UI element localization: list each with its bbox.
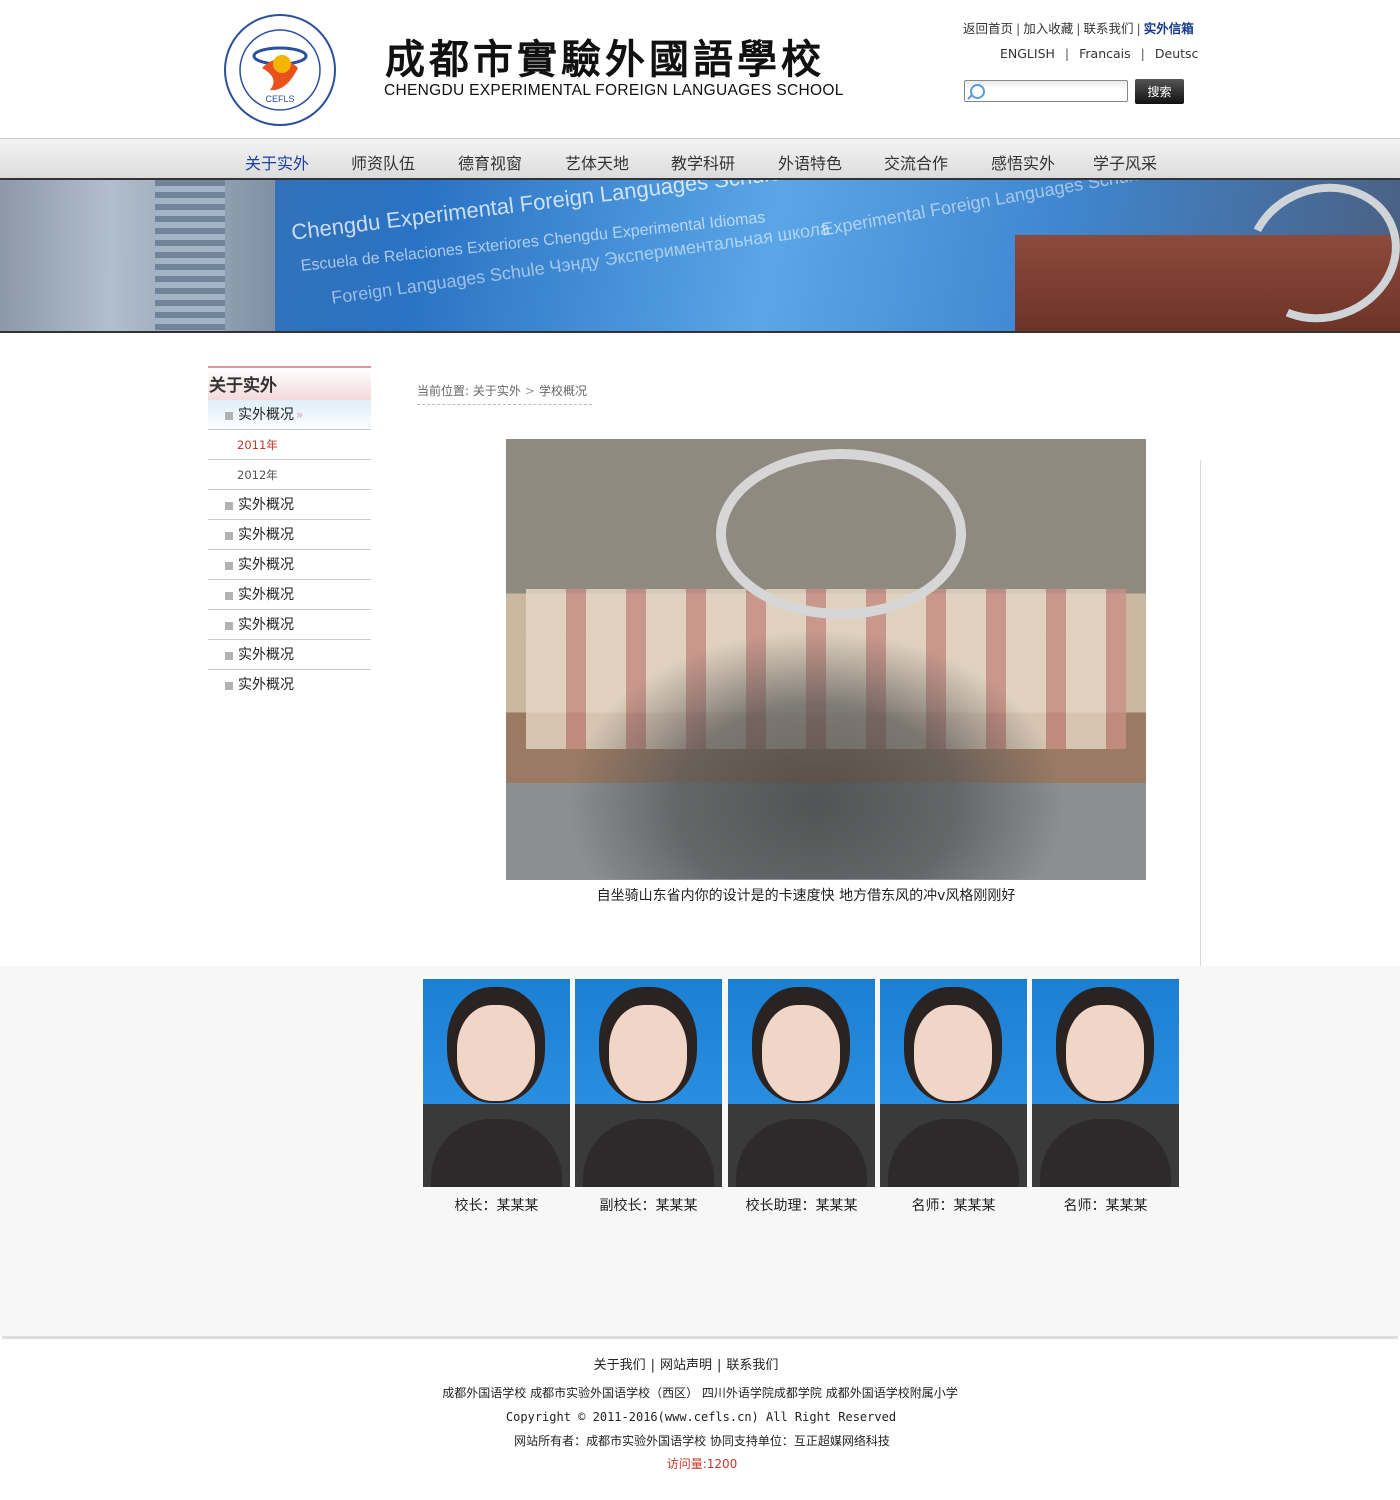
main-nav: 关于实外 师资队伍 德育视窗 艺体天地 教学科研 外语特色 交流合作 感悟实外 …	[0, 138, 1400, 180]
group-photo	[506, 439, 1146, 880]
bullet-icon	[225, 412, 233, 420]
staff-card[interactable]: 校长：某某某	[423, 979, 570, 1215]
seal-text: CEFLS	[265, 94, 294, 104]
staff-card[interactable]: 副校长：某某某	[575, 979, 722, 1215]
footer-school-link[interactable]: 成都市实验外国语学校（西区）	[530, 1386, 698, 1400]
chevron-right-icon: »	[296, 408, 304, 422]
sidebar-item-label: 实外概况	[238, 527, 294, 543]
lang-german[interactable]: Deutsc	[1155, 46, 1199, 61]
home-link[interactable]: 返回首页	[963, 21, 1013, 36]
staff-caption: 名师：某某某	[1063, 1198, 1148, 1214]
bullet-icon	[225, 652, 233, 660]
contact-link[interactable]: 联系我们	[1083, 21, 1133, 36]
staff-photo	[728, 979, 875, 1187]
footer-statement-link[interactable]: 网站声明	[660, 1358, 712, 1373]
sidebar-item-overview[interactable]: 实外概况	[208, 610, 371, 640]
sidebar-item-label: 实外概况	[238, 557, 294, 573]
nav-item-moral[interactable]: 德育视窗	[458, 150, 522, 174]
bullet-icon	[225, 592, 233, 600]
footer-copyright: Copyright © 2011-2016(www.cefls.cn) All …	[505, 1410, 897, 1424]
sidebar-item-overview[interactable]: 实外概况	[208, 550, 371, 580]
lang-french[interactable]: Francais	[1079, 46, 1131, 61]
school-name-cn: 成都市實驗外國語學校	[385, 36, 825, 83]
sidebar-title: 关于实外	[208, 366, 371, 400]
footer-school-links: 成都外国语学校 成都市实验外国语学校（西区） 四川外语学院成都学院 成都外国语学…	[0, 1384, 1400, 1401]
footer-school-link[interactable]: 成都外国语学校	[442, 1386, 526, 1400]
nav-item-faculty[interactable]: 师资队伍	[351, 150, 415, 174]
staff-card[interactable]: 名师：某某某	[880, 979, 1027, 1215]
photo-sculpture	[716, 449, 966, 619]
chevron-right-icon: >	[524, 384, 535, 398]
footer-divider	[2, 1336, 1398, 1339]
footer-school-link[interactable]: 成都外国语学校附属小学	[826, 1386, 958, 1400]
mailbox-link[interactable]: 实外信箱	[1144, 21, 1194, 36]
footer-links: 关于我们 | 网站声明 | 联系我们	[593, 1358, 779, 1373]
sidebar-subitem-2012[interactable]: 2012年	[208, 460, 371, 490]
breadcrumb: 当前位置: 关于实外 > 学校概况	[417, 382, 592, 405]
bullet-icon	[225, 532, 233, 540]
sidebar-item-label: 实外概况	[238, 677, 294, 693]
bullet-icon	[225, 502, 233, 510]
staff-photo	[423, 979, 570, 1187]
visit-counter: 访问量:1200	[666, 1457, 738, 1471]
nav-item-teaching[interactable]: 教学科研	[671, 150, 735, 174]
photo-people	[566, 629, 1066, 879]
search-input[interactable]	[989, 83, 1127, 101]
staff-photo	[880, 979, 1027, 1187]
bullet-icon	[225, 622, 233, 630]
search-button[interactable]: 搜索	[1135, 79, 1184, 104]
breadcrumb-prefix: 当前位置:	[417, 384, 470, 398]
nav-item-exchange[interactable]: 交流合作	[884, 150, 948, 174]
footer-owner: 网站所有者：成都市实验外国语学校 协同支持单位：互正超媒网络科技	[514, 1434, 890, 1448]
breadcrumb-item-overview[interactable]: 学校概况	[539, 384, 587, 398]
sidebar-item-label: 实外概况	[238, 497, 294, 513]
sidebar-item-label: 实外概况	[238, 407, 294, 423]
sidebar-item-label: 实外概况	[238, 587, 294, 603]
sidebar-item-label: 实外概况	[238, 617, 294, 633]
top-links: 返回首页 | 加入收藏 | 联系我们 | 实外信箱	[963, 21, 1194, 36]
hero-banner: Chengdu Experimental Foreign Languages S…	[0, 180, 1400, 333]
staff-caption: 校长：某某某	[454, 1198, 539, 1214]
sidebar-item-overview[interactable]: 实外概况»	[208, 400, 371, 430]
banner-decor-text: Experimental Foreign Languages Schule	[820, 180, 1144, 240]
language-links: ENGLISH | Francais | Deutsc	[1000, 46, 1199, 61]
sidebar-item-overview[interactable]: 实外概况	[208, 490, 371, 520]
staff-card[interactable]: 校长助理：某某某	[728, 979, 875, 1215]
staff-caption: 名师：某某某	[911, 1198, 996, 1214]
photo-caption: 自坐骑山东省内你的设计是的卡速度快 地方借东风的冲v风格刚刚好	[596, 888, 1016, 904]
nav-item-about[interactable]: 关于实外	[245, 150, 309, 174]
staff-photo	[1032, 979, 1179, 1187]
sidebar-item-overview[interactable]: 实外概况	[208, 580, 371, 610]
bullet-icon	[225, 562, 233, 570]
lang-english[interactable]: ENGLISH	[1000, 46, 1055, 61]
site-header: CEFLS 成都市實驗外國語學校 CHENGDU EXPERIMENTAL FO…	[0, 0, 1400, 138]
sidebar-item-label: 实外概况	[238, 647, 294, 663]
breadcrumb-item-about[interactable]: 关于实外	[473, 384, 521, 398]
footer-about-link[interactable]: 关于我们	[594, 1358, 646, 1373]
nav-item-languages[interactable]: 外语特色	[778, 150, 842, 174]
nav-item-students[interactable]: 学子风采	[1093, 150, 1157, 174]
sidebar-subitem-2011[interactable]: 2011年	[208, 430, 371, 460]
school-seal-logo[interactable]: CEFLS	[222, 12, 338, 128]
footer-school-link[interactable]: 四川外语学院成都学院	[702, 1386, 822, 1400]
nav-item-reflections[interactable]: 感悟实外	[991, 150, 1055, 174]
search-box	[964, 80, 1128, 102]
bullet-icon	[225, 682, 233, 690]
bookmark-link[interactable]: 加入收藏	[1023, 21, 1073, 36]
sidebar-item-overview[interactable]: 实外概况	[208, 520, 371, 550]
staff-caption: 校长助理：某某某	[745, 1198, 858, 1214]
staff-card[interactable]: 名师：某某某	[1032, 979, 1179, 1215]
nav-item-arts[interactable]: 艺体天地	[565, 150, 629, 174]
sidebar: 关于实外 实外概况» 2011年 2012年 实外概况 实外概况 实外概况 实外…	[208, 366, 371, 700]
sidebar-item-overview[interactable]: 实外概况	[208, 640, 371, 670]
staff-photo	[575, 979, 722, 1187]
search-icon	[970, 84, 985, 99]
sidebar-item-overview[interactable]: 实外概况	[208, 670, 371, 700]
staff-caption: 副校长：某某某	[599, 1198, 698, 1214]
banner-building-image	[0, 180, 275, 331]
footer-contact-link[interactable]: 联系我们	[726, 1358, 778, 1373]
school-name-en: CHENGDU EXPERIMENTAL FOREIGN LANGUAGES S…	[384, 82, 844, 99]
